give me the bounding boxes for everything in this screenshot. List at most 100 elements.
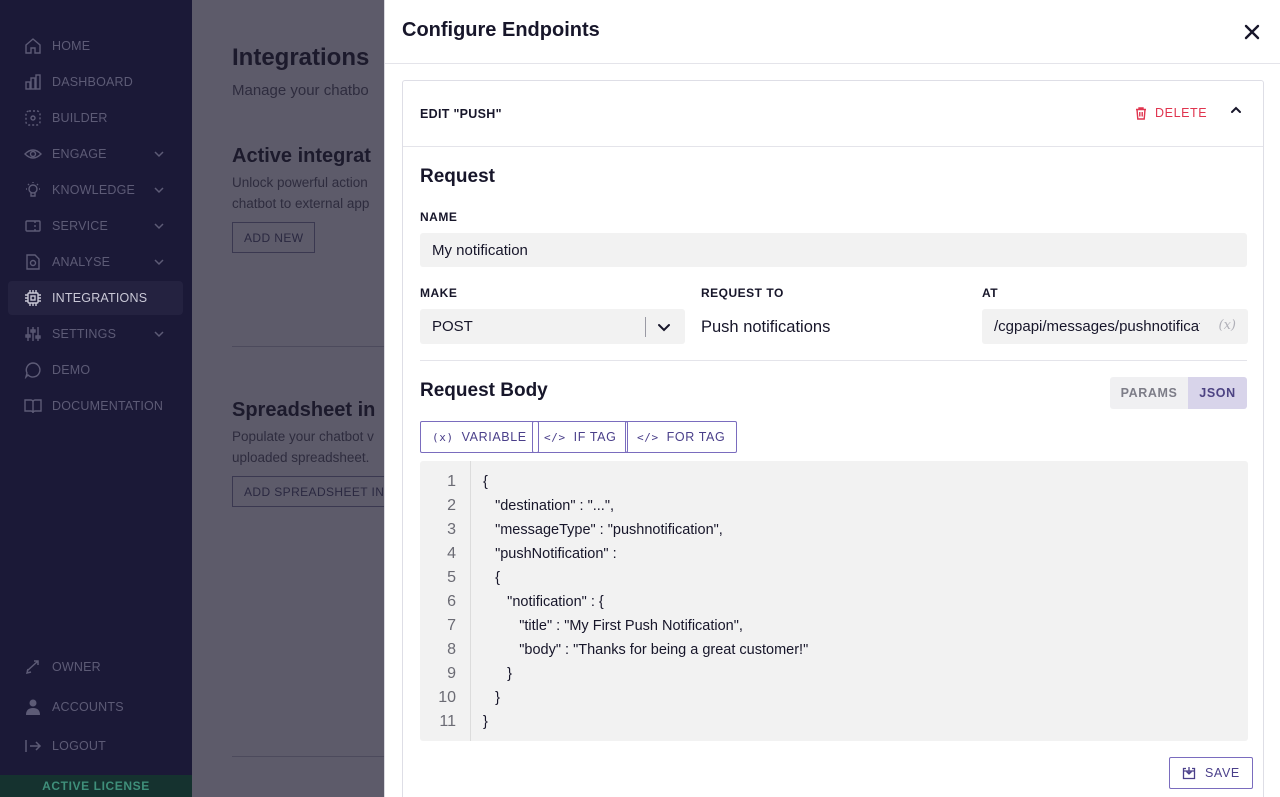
sidebar-item-label: ENGAGE (52, 147, 107, 161)
chevron-down-icon (153, 184, 165, 196)
user-icon (24, 698, 42, 716)
sidebar-item-builder[interactable]: BUILDER (8, 101, 183, 135)
chevron-down-icon (153, 328, 165, 340)
request-to-value: Push notifications (701, 318, 831, 336)
divider (385, 63, 1280, 64)
sidebar-item-logout[interactable]: LOGOUT (8, 729, 183, 763)
line-number: 3 (447, 521, 456, 538)
sidebar-item-label: LOGOUT (52, 739, 106, 753)
make-label: MAKE (420, 286, 458, 300)
json-tab[interactable]: JSON (1188, 377, 1247, 409)
insert-for-tag-button[interactable]: </> FOR TAG (625, 421, 738, 453)
home-icon (24, 37, 42, 55)
insert-variable-button[interactable]: (x) VARIABLE (420, 421, 539, 453)
code-line: { (483, 474, 488, 490)
divider (420, 360, 1247, 361)
sidebar-item-integrations[interactable]: INTEGRATIONS (8, 281, 183, 315)
params-tab[interactable]: PARAMS (1110, 377, 1188, 409)
active-integrations-desc-1: Unlock powerful action (232, 175, 368, 190)
name-input[interactable]: My notification (420, 233, 1247, 267)
chevron-down-icon (153, 256, 165, 268)
code-line: } (483, 666, 513, 682)
delete-button[interactable]: DELETE (1134, 106, 1207, 120)
sidebar-item-label: ACCOUNTS (52, 700, 124, 714)
code-line: "notification" : { (483, 594, 604, 610)
sidebar-item-demo[interactable]: DEMO (8, 353, 183, 387)
json-body-editor[interactable]: 1 2 3 4 5 6 7 8 9 10 11 { "destination" … (420, 461, 1248, 741)
add-spreadsheet-button[interactable]: ADD SPREADSHEET INT (232, 476, 405, 507)
sidebar-item-home[interactable]: HOME (8, 29, 183, 63)
spreadsheet-desc-1: Populate your chatbot v (232, 429, 374, 444)
sidebar-item-accounts[interactable]: ACCOUNTS (8, 690, 183, 724)
line-number-gutter: 1 2 3 4 5 6 7 8 9 10 11 (420, 461, 471, 741)
eye-icon (24, 145, 42, 163)
line-number: 7 (447, 617, 456, 634)
code-line: } (483, 690, 500, 706)
name-label: NAME (420, 210, 458, 224)
sidebar-item-documentation[interactable]: DOCUMENTATION (8, 389, 183, 423)
insert-if-tag-button[interactable]: </> IF TAG (532, 421, 629, 453)
trash-icon (1136, 107, 1146, 120)
line-number: 4 (447, 545, 456, 562)
lightbulb-icon (24, 181, 42, 199)
collapse-button[interactable] (1228, 102, 1244, 118)
line-number: 1 (447, 473, 456, 490)
sidebar-item-knowledge[interactable]: KNOWLEDGE (8, 173, 183, 207)
code-line: "messageType" : "pushnotification", (483, 522, 723, 538)
code-line: } (483, 714, 488, 730)
insert-for-tag-label: FOR TAG (666, 430, 726, 444)
sidebar-item-dashboard[interactable]: DASHBOARD (8, 65, 183, 99)
sidebar-item-label: ANALYSE (52, 255, 111, 269)
chevron-down-icon (153, 148, 165, 160)
insert-variable-label: VARIABLE (461, 430, 527, 444)
sidebar-item-label: KNOWLEDGE (52, 183, 136, 197)
background-page: Integrations Manage your chatbo Active i… (192, 0, 432, 797)
code-line: { (483, 570, 500, 586)
variable-icon[interactable]: (x) (1219, 318, 1236, 333)
select-separator (645, 317, 646, 337)
logout-icon (24, 737, 42, 755)
save-button[interactable]: SAVE (1169, 757, 1253, 789)
add-new-button[interactable]: ADD NEW (232, 222, 316, 253)
sidebar-item-label: HOME (52, 39, 91, 53)
sidebar: HOME DASHBOARD BUILDER ENGAGE KNOWLEDGE … (0, 0, 192, 797)
sidebar-item-analyse[interactable]: ANALYSE (8, 245, 183, 279)
close-button[interactable] (1242, 22, 1262, 42)
line-number: 11 (439, 713, 456, 730)
endpoint-path-input[interactable]: /cgpapi/messages/pushnotifications (x) (982, 309, 1248, 344)
chat-icon (24, 361, 42, 379)
spreadsheet-title: Spreadsheet in (232, 399, 376, 421)
code-icon: </> (637, 430, 659, 444)
insert-if-tag-label: IF TAG (573, 430, 617, 444)
method-value: POST (432, 318, 473, 335)
edit-endpoint-title: EDIT "PUSH" (420, 107, 502, 121)
integrations-icon (24, 289, 42, 307)
sidebar-item-owner[interactable]: OWNER (8, 650, 183, 684)
sidebar-item-service[interactable]: SERVICE (8, 209, 183, 243)
body-format-toggle: PARAMS JSON (1110, 377, 1247, 409)
book-icon (24, 397, 42, 415)
panel-title: Configure Endpoints (402, 19, 600, 41)
line-number: 2 (447, 497, 456, 514)
sidebar-item-engage[interactable]: ENGAGE (8, 137, 183, 171)
sidebar-item-settings[interactable]: SETTINGS (8, 317, 183, 351)
code-line: "destination" : "...", (483, 498, 615, 514)
swap-icon (24, 658, 42, 676)
sidebar-item-label: DASHBOARD (52, 75, 133, 89)
chevron-up-icon (1231, 106, 1241, 113)
sidebar-item-label: DOCUMENTATION (52, 399, 164, 413)
close-icon (1244, 24, 1260, 40)
delete-label: DELETE (1155, 106, 1208, 120)
at-label: AT (982, 286, 999, 300)
configure-endpoints-panel: Configure Endpoints EDIT "PUSH" DELETE R… (384, 0, 1280, 797)
variable-icon: (x) (432, 430, 454, 444)
method-select[interactable]: POST (420, 309, 685, 344)
code-line: "title" : "My First Push Notification", (483, 618, 743, 634)
code-line: "body" : "Thanks for being a great custo… (483, 642, 809, 658)
license-status: ACTIVE LICENSE (0, 775, 192, 797)
sidebar-item-label: OWNER (52, 660, 101, 674)
sidebar-item-label: SETTINGS (52, 327, 117, 341)
sidebar-item-label: INTEGRATIONS (52, 291, 148, 305)
chevron-down-icon (153, 220, 165, 232)
request-body-heading: Request Body (420, 380, 548, 401)
